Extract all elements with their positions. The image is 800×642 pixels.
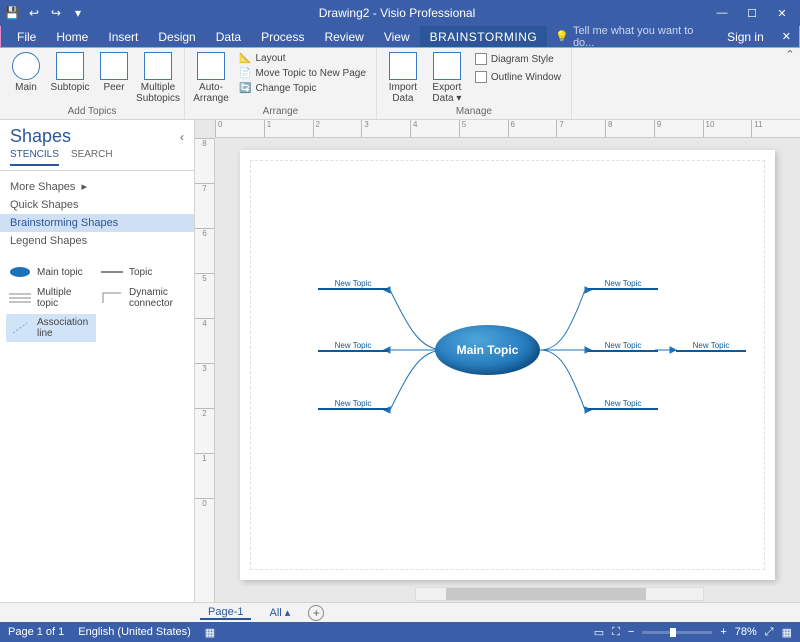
save-icon[interactable]: 💾 (4, 5, 20, 21)
maximize-button[interactable]: ☐ (738, 3, 766, 23)
ribbon-group-add-topics: Main Subtopic Peer Multiple Subtopics Ad… (0, 48, 185, 119)
peer-button[interactable]: Peer (94, 50, 134, 93)
fit-page-icon[interactable]: ⛶ (612, 626, 620, 639)
export-data-button[interactable]: Export Data ▾ (427, 50, 467, 104)
title-bar: 💾 ↩ ↪ ▾ Drawing2 - Visio Professional — … (0, 0, 800, 26)
collapse-ribbon-icon[interactable]: ⌃ (780, 48, 800, 119)
quick-access-toolbar: 💾 ↩ ↪ ▾ (4, 5, 86, 21)
brainstorming-shapes-stencil[interactable]: Brainstorming Shapes (0, 214, 194, 232)
tab-design[interactable]: Design (148, 26, 205, 47)
topic-label: New Topic (335, 341, 372, 350)
legend-shapes-stencil[interactable]: Legend Shapes (0, 232, 194, 250)
ribbon-group-arrange: Auto- Arrange 📐 Layout 📄 Move Topic to N… (185, 48, 377, 119)
lightbulb-icon: 💡 (555, 30, 569, 43)
new-page-button[interactable]: + (308, 605, 324, 621)
vertical-scrollbar[interactable] (784, 138, 800, 586)
tab-file[interactable]: File (7, 26, 46, 47)
shape-dynamic-connector[interactable]: Dynamic connector (98, 284, 188, 312)
chevron-up-icon: ▴ (285, 607, 291, 619)
ribbon-tabs: File Home Insert Design Data Process Rev… (0, 26, 800, 48)
shapes-pane: Shapes ‹ STENCILS SEARCH More Shapes▸ Qu… (0, 120, 195, 602)
zoom-slider[interactable] (642, 631, 712, 634)
language-indicator[interactable]: English (United States) (78, 626, 191, 638)
tell-me-box[interactable]: 💡 Tell me what you want to do... (547, 26, 717, 47)
topic-shape[interactable] (588, 288, 658, 290)
presentation-mode-icon[interactable]: ▭ (594, 626, 604, 639)
outline-window-check[interactable]: Outline Window (471, 70, 565, 84)
topic-shape[interactable] (588, 350, 658, 352)
redo-icon[interactable]: ↪ (48, 5, 64, 21)
topic-shape[interactable] (676, 350, 746, 352)
collapse-shapes-icon[interactable]: ‹ (180, 130, 184, 144)
change-topic-button[interactable]: 🔄 Change Topic (235, 82, 370, 95)
layout-button[interactable]: 📐 Layout (235, 52, 370, 65)
page-tab-1[interactable]: Page-1 (200, 606, 251, 620)
multiple-subtopics-button[interactable]: Multiple Subtopics (138, 50, 178, 104)
import-data-button[interactable]: Import Data (383, 50, 423, 104)
switch-windows-icon[interactable]: ▦ (782, 626, 792, 639)
horizontal-scrollbar[interactable] (215, 586, 784, 602)
ribbon-group-manage: Import Data Export Data ▾ Diagram Style … (377, 48, 572, 119)
tab-brainstorming[interactable]: BRAINSTORMING (420, 26, 548, 47)
page-indicator: Page 1 of 1 (8, 626, 64, 638)
horizontal-ruler: 01234567891011 (215, 120, 800, 138)
diagram-style-check[interactable]: Diagram Style (471, 52, 565, 66)
tab-data[interactable]: Data (206, 26, 251, 47)
page-tabs: Page-1 All ▴ + (0, 602, 800, 622)
window-title: Drawing2 - Visio Professional (86, 6, 708, 20)
undo-icon[interactable]: ↩ (26, 5, 42, 21)
shape-multiple-topic[interactable]: Multiple topic (6, 284, 96, 312)
main-area: Shapes ‹ STENCILS SEARCH More Shapes▸ Qu… (0, 120, 800, 602)
drawing-page[interactable]: Main Topic New Topic New Topic New Topic… (240, 150, 775, 580)
shape-topic[interactable]: Topic (98, 262, 188, 282)
signin-link[interactable]: Sign in (717, 26, 774, 47)
search-tab[interactable]: SEARCH (71, 149, 113, 166)
minimize-button[interactable]: — (708, 3, 736, 23)
topic-shape[interactable] (588, 408, 658, 410)
shape-association-line[interactable]: Association line (6, 314, 96, 342)
shapes-pane-title: Shapes (10, 126, 71, 147)
move-topic-button[interactable]: 📄 Move Topic to New Page (235, 67, 370, 80)
tab-view[interactable]: View (374, 26, 420, 47)
topic-shape[interactable] (318, 288, 388, 290)
topic-label: New Topic (335, 399, 372, 408)
tab-insert[interactable]: Insert (98, 26, 148, 47)
page-tab-all[interactable]: All ▴ (261, 606, 298, 619)
topic-label: New Topic (605, 279, 642, 288)
chevron-right-icon: ▸ (81, 180, 87, 193)
subtopic-button[interactable]: Subtopic (50, 50, 90, 93)
tab-process[interactable]: Process (251, 26, 314, 47)
topic-label: New Topic (693, 341, 730, 350)
close-document-button[interactable]: ✕ (774, 26, 799, 47)
shape-main-topic[interactable]: Main topic (6, 262, 96, 282)
status-bar: Page 1 of 1 English (United States) ▦ ▭ … (0, 622, 800, 642)
topic-shape[interactable] (318, 350, 388, 352)
stencils-tab[interactable]: STENCILS (10, 149, 59, 166)
quick-shapes-stencil[interactable]: Quick Shapes (0, 196, 194, 214)
main-topic-shape[interactable]: Main Topic (435, 325, 540, 375)
auto-arrange-button[interactable]: Auto- Arrange (191, 50, 231, 104)
more-shapes-item[interactable]: More Shapes▸ (0, 177, 194, 196)
topic-label: New Topic (605, 341, 642, 350)
drawing-canvas-area: 01234567891011 876543210 (195, 120, 800, 602)
zoom-level[interactable]: 78% (735, 626, 757, 638)
fit-window-icon[interactable]: ⤢ (765, 626, 774, 639)
close-window-button[interactable]: ✕ (768, 3, 796, 23)
macro-recorder-icon[interactable]: ▦ (205, 626, 215, 639)
zoom-in-button[interactable]: + (720, 626, 726, 638)
topic-shape[interactable] (318, 408, 388, 410)
ribbon: Main Subtopic Peer Multiple Subtopics Ad… (0, 48, 800, 120)
topic-label: New Topic (335, 279, 372, 288)
topic-label: New Topic (605, 399, 642, 408)
zoom-out-button[interactable]: − (628, 626, 634, 638)
tab-review[interactable]: Review (314, 26, 373, 47)
tab-home[interactable]: Home (46, 26, 98, 47)
vertical-ruler: 876543210 (195, 138, 215, 602)
main-topic-button[interactable]: Main (6, 50, 46, 93)
qat-dropdown-icon[interactable]: ▾ (70, 5, 86, 21)
